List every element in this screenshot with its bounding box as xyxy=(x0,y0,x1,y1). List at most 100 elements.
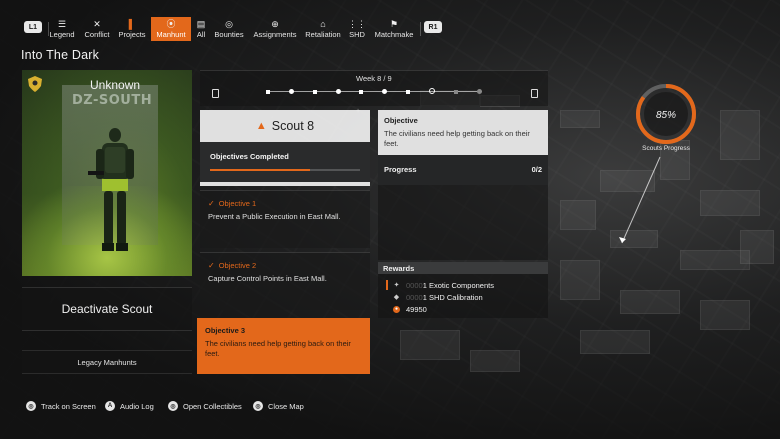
tab-label: Assignments xyxy=(253,30,297,39)
conflict-icon: ✕ xyxy=(93,19,101,29)
tab-conflict[interactable]: ✕ Conflict xyxy=(82,17,112,41)
projects-icon: ▌ xyxy=(128,19,136,29)
scout-name: Scout 8 xyxy=(271,119,315,133)
rewards-header: Rewards xyxy=(378,262,548,274)
target-name: Unknown xyxy=(90,78,141,92)
reward-amount: 1 xyxy=(422,281,427,290)
objective-detail-panel: Objective The civilians need help gettin… xyxy=(378,110,548,260)
objectives-completed: Objectives Completed xyxy=(200,142,370,182)
objective-title: Objective 2 xyxy=(218,261,257,270)
objective-title: Objective 3 xyxy=(205,326,246,335)
close-map-button[interactable]: ◎ Close Map xyxy=(253,401,304,411)
tab-label: Conflict xyxy=(84,30,110,39)
tab-label: Retaliation xyxy=(305,30,341,39)
tab-bounties[interactable]: ◎ Bounties xyxy=(213,17,245,41)
reward-amount: 1 xyxy=(422,293,427,302)
next-document-icon[interactable] xyxy=(531,89,538,98)
objective-2-row[interactable]: ✓ Objective 2 Capture Control Points in E… xyxy=(200,252,370,310)
tab-projects[interactable]: ▌ Projects xyxy=(117,17,147,41)
manhunt-icon: ⦿ xyxy=(166,19,176,29)
objective-title: Objective 1 xyxy=(218,199,257,208)
open-collectibles-button[interactable]: ◎ Open Collectibles xyxy=(168,401,242,411)
top-navigation: L1 ☰ Legend ✕ Conflict ▌ Projects ⦿ Manh… xyxy=(0,17,780,41)
tab-legend[interactable]: ☰ Legend xyxy=(49,17,75,41)
check-icon: ✓ xyxy=(208,261,215,270)
tab-label: Legend xyxy=(49,30,75,39)
scout-panel: ▲ Scout 8 Objectives Completed xyxy=(200,110,370,186)
reward-item: ● 49950 xyxy=(393,305,427,314)
footer-controls: ◎ Track on Screen A Audio Log ◎ Open Col… xyxy=(0,399,780,415)
reward-zeros: 0000 xyxy=(406,281,423,290)
objective-desc: The civilians need help getting back on … xyxy=(205,339,351,358)
objective-1-row[interactable]: ✓ Objective 1 Prevent a Public Execution … xyxy=(200,190,370,248)
detail-header: Objective xyxy=(384,116,418,125)
objective-desc: Capture Control Points in East Mall. xyxy=(208,274,327,283)
legacy-manhunts-button[interactable]: Legacy Manhunts xyxy=(22,350,192,374)
shd-icon: ⋮⋮ xyxy=(348,19,366,29)
progress-value: 0/2 xyxy=(531,165,542,174)
nav-divider xyxy=(420,22,421,36)
tab-all[interactable]: ▤ All xyxy=(194,17,208,41)
matchmake-icon: ⚑ xyxy=(389,19,399,29)
objective-desc: Prevent a Public Execution in East Mall. xyxy=(208,212,341,221)
footer-label: Track on Screen xyxy=(41,401,96,411)
week-track xyxy=(268,91,482,92)
scout-icon: ▲ xyxy=(255,120,267,132)
detail-description: The civilians need help getting back on … xyxy=(384,129,530,148)
tab-label: Bounties xyxy=(214,30,244,39)
week-node xyxy=(336,89,341,94)
reward-zeros: 0000 xyxy=(406,293,423,302)
tab-retaliation[interactable]: ⌂ Retaliation xyxy=(304,17,342,41)
shield-icon xyxy=(28,76,42,92)
shd-calibration-icon: ◆ xyxy=(393,294,400,301)
deactivate-scout-button[interactable]: Deactivate Scout xyxy=(22,287,192,331)
detail-progress: Progress 0/2 xyxy=(378,155,548,185)
gate-sign-text: DZ-SOUTH xyxy=(72,93,153,108)
track-on-screen-button[interactable]: ◎ Track on Screen xyxy=(26,401,96,411)
footer-label: Audio Log xyxy=(120,401,154,411)
previous-document-icon[interactable] xyxy=(212,89,219,98)
l1-bumper-button[interactable]: L1 xyxy=(24,21,42,33)
tab-shd[interactable]: ⋮⋮ SHD xyxy=(348,17,366,41)
tab-label: Matchmake xyxy=(374,30,414,39)
button-prompt-icon: A xyxy=(105,401,115,411)
objectives-progress-fill xyxy=(210,169,310,171)
legacy-label: Legacy Manhunts xyxy=(77,357,137,367)
button-prompt-icon: ◎ xyxy=(168,401,178,411)
exotic-icon: ✦ xyxy=(393,282,400,289)
week-node xyxy=(289,89,294,94)
reward-item: ✦ 0000 1 Exotic Components xyxy=(393,281,494,290)
week-node-current xyxy=(429,88,435,94)
reward-name: Exotic Components xyxy=(428,281,494,290)
rewards-accent-bar xyxy=(386,280,388,290)
legend-icon: ☰ xyxy=(57,19,67,29)
deactivate-label: Deactivate Scout xyxy=(61,302,153,316)
tab-assignments[interactable]: ⊕ Assignments xyxy=(252,17,298,41)
agent-silhouette xyxy=(88,128,134,251)
week-node xyxy=(266,89,270,94)
scouts-progress-pointer xyxy=(619,156,661,244)
tab-label: SHD xyxy=(349,30,365,39)
week-node xyxy=(313,89,317,94)
r1-bumper-button[interactable]: R1 xyxy=(424,21,442,33)
xp-icon: ● xyxy=(393,306,400,313)
week-node xyxy=(477,89,482,94)
audio-log-button[interactable]: A Audio Log xyxy=(105,401,154,411)
page-title: Into The Dark xyxy=(21,48,100,62)
tab-label: Manhunt xyxy=(156,30,186,39)
tab-matchmake[interactable]: ⚑ Matchmake xyxy=(373,17,415,41)
manhunt-target-card[interactable]: DZ-SOUTH Unknown xyxy=(22,70,192,276)
week-node xyxy=(454,89,458,94)
objective-3-row[interactable]: Objective 3 The civilians need help gett… xyxy=(197,318,370,374)
check-icon: ✓ xyxy=(208,199,215,208)
tab-label: All xyxy=(196,30,206,39)
reward-item: ◆ 0000 1 SHD Calibration xyxy=(393,293,483,302)
week-node xyxy=(359,89,363,94)
footer-label: Close Map xyxy=(268,401,304,411)
progress-label: Progress xyxy=(384,165,417,174)
tab-manhunt[interactable]: ⦿ Manhunt xyxy=(151,17,191,41)
scouts-progress-ring: 85% xyxy=(636,84,696,144)
assignments-icon: ⊕ xyxy=(271,19,279,29)
week-node xyxy=(382,89,387,94)
reward-amount: 49950 xyxy=(406,305,427,314)
